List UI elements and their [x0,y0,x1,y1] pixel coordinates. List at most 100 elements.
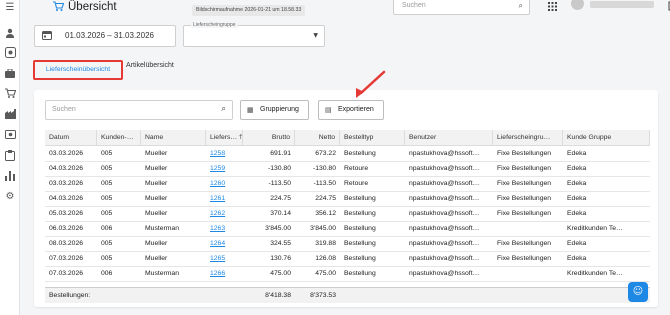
clipboard-icon[interactable] [4,149,16,161]
cell-col-customer-group: Edeka [567,210,587,217]
cell-col-user: npastukhova@hssoft… [409,225,480,232]
cell-col-net: 356.12 [315,210,336,217]
cell-col-user: npastukhova@hssoft… [409,150,480,157]
menu-icon[interactable]: ☰ [4,2,16,14]
user-icon[interactable] [4,27,16,39]
cell-col-customer-no: 005 [101,180,113,187]
cell-col-delivery-no[interactable]: 1260 [206,176,243,191]
date-range-field[interactable]: 01.03.2026 – 31.03.2026 [34,25,176,47]
cell-col-customer-no: 005 [101,210,113,217]
table-row[interactable]: 04.03.2026 005 Mueller 1259 -130.80 -130.80 Re… [45,161,650,177]
cell-col-delivery-no[interactable]: 1258 [206,146,243,161]
cell-col-customer-group: Kreditkunden Te… [567,270,623,277]
briefcase-icon[interactable] [4,67,16,79]
cell-col-date: 03.03.2026 [49,180,84,187]
cell-col-customer-group: Edeka [567,180,587,187]
table-row[interactable]: 04.03.2026 005 Mueller 1261 224.75 224.75 Best… [45,191,650,207]
cell-col-name: Musterman [145,225,179,232]
header-col-date[interactable]: Datum [45,130,97,145]
search-icon[interactable]: ⌕ [221,104,226,114]
cell-col-delivery-no[interactable]: 1266 [206,266,243,281]
cell-col-delivery-group: Fixe Bestellungen [497,255,552,262]
gear-icon[interactable]: ⚙ [4,191,16,203]
table-row[interactable]: 03.03.2026 005 Mueller 1260 -113.50 -113.50 Re… [45,176,650,192]
cell-col-net: 475.00 [315,270,336,277]
cell-col-date: 04.03.2026 [49,195,84,202]
cell-col-name: Mueller [145,150,168,157]
table-row[interactable]: 08.03.2026 005 Mueller 1264 324.55 319.88 Best… [45,236,650,252]
avatar[interactable] [571,0,584,10]
search-icon[interactable]: ⌕ [519,1,523,11]
table-row[interactable]: 07.03.2026 005 Mueller 1265 130.76 126.08 Best… [45,251,650,267]
table-row[interactable]: 06.03.2026 006 Musterman 1263 3'845.00 3'845.… [45,221,650,237]
header-col-net[interactable]: Netto [295,130,340,145]
sort-arrow-icon[interactable]: ↑ [238,130,243,145]
factory-icon[interactable] [4,108,16,120]
table-row[interactable]: 07.03.2026 006 Musterman 1266 475.00 475.00 Be… [45,266,650,282]
tab-article-overview[interactable]: Artikelübersicht [126,62,174,69]
header-col-gross[interactable]: Brutto [243,130,295,145]
cell-col-delivery-group [493,221,563,236]
help-chat-icon[interactable]: ☺ [628,282,648,302]
delivery-group-select[interactable]: Lieferscheingruppe ▼ [183,22,325,47]
global-search-placeholder: Suchen [402,2,426,9]
cell-col-customer-no: 005 [101,240,113,247]
table-row[interactable]: 05.03.2026 005 Mueller 1262 370.14 356.12 Best… [45,206,650,222]
cell-col-delivery-no[interactable]: 1259 [206,161,243,176]
header-col-name[interactable]: Name [141,130,206,145]
calendar-icon[interactable] [42,30,52,43]
cell-col-net: -113.50 [313,180,336,187]
cell-col-customer-group: Edeka [567,165,587,172]
cell-col-customer-group: Edeka [567,150,587,157]
cell-col-gross: -113.50 [268,180,291,187]
cell-col-customer-no: 005 [101,195,113,202]
cell-col-customer-group: Edeka [567,240,587,247]
cart-icon[interactable] [4,87,16,99]
cell-col-user: npastukhova@hssoft… [409,240,480,247]
cell-col-date: 04.03.2026 [49,165,84,172]
cell-col-order-type: Bestellung [344,255,376,262]
cell-col-customer-group: Kreditkunden Te… [567,225,623,232]
header-col-delivery-group[interactable]: Lieferscheingru… [493,130,563,145]
cell-col-delivery-group: Fixe Bestellungen [497,165,552,172]
tab-delivery-overview[interactable]: Lieferscheinübersicht [33,60,123,80]
cell-col-net: 3'845.00 [310,225,336,232]
cell-col-delivery-no[interactable]: 1264 [206,236,243,251]
table-row[interactable]: 03.03.2026 005 Mueller 1258 691.91 673.22 Best… [45,146,650,162]
cell-col-net: 126.08 [315,255,336,262]
cell-col-customer-no: 006 [101,225,113,232]
global-search-input[interactable]: Suchen ⌕ [393,0,530,15]
header-col-order-type[interactable]: Bestelltyp [340,130,405,145]
header-col-customer-no[interactable]: Kunden-… [97,130,141,145]
apps-grid-icon[interactable] [548,2,557,14]
chevron-down-icon[interactable]: ▼ [313,32,318,39]
cell-col-name: Mueller [145,195,168,202]
grouping-button[interactable]: ▦ Gruppierung [240,100,309,120]
header-col-user[interactable]: Benutzer [405,130,493,145]
cell-col-date: 06.03.2026 [49,225,84,232]
cell-col-name: Mueller [145,210,168,217]
cell-col-delivery-no[interactable]: 1263 [206,221,243,236]
cell-col-order-type: Bestellung [344,150,376,157]
cell-col-delivery-no[interactable]: 1265 [206,251,243,266]
footer-netto: 8'373.53 [310,292,336,299]
export-button[interactable]: ▤ Exportieren [318,100,384,120]
cell-col-delivery-no[interactable]: 1262 [206,206,243,221]
header-col-customer-group[interactable]: Kunde Gruppe [563,130,650,145]
bar-chart-icon[interactable] [4,170,16,182]
target-icon[interactable] [4,46,16,58]
table-header-row: Datum Kunden-… Name Liefers… Brutto Netto Best… [45,130,650,146]
footer-brutto: 8'418.38 [265,292,291,299]
delivery-group-label: Lieferscheingruppe [191,22,238,28]
document-icon: ▤ [325,106,332,114]
cell-col-delivery-no[interactable]: 1261 [206,191,243,206]
cell-col-order-type: Bestellung [344,240,376,247]
page-title: Übersicht [68,1,117,13]
cell-col-gross: 224.75 [270,195,291,202]
user-name-redacted [590,1,654,8]
table-search-input[interactable]: Suchen ⌕ [45,100,233,120]
money-icon[interactable] [4,128,16,140]
screenshot-tooltip: Bildschirmaufnahme 2026-01-21 um 18.58.3… [192,5,306,16]
cell-col-name: Mueller [145,180,168,187]
cell-col-customer-no: 006 [101,270,113,277]
